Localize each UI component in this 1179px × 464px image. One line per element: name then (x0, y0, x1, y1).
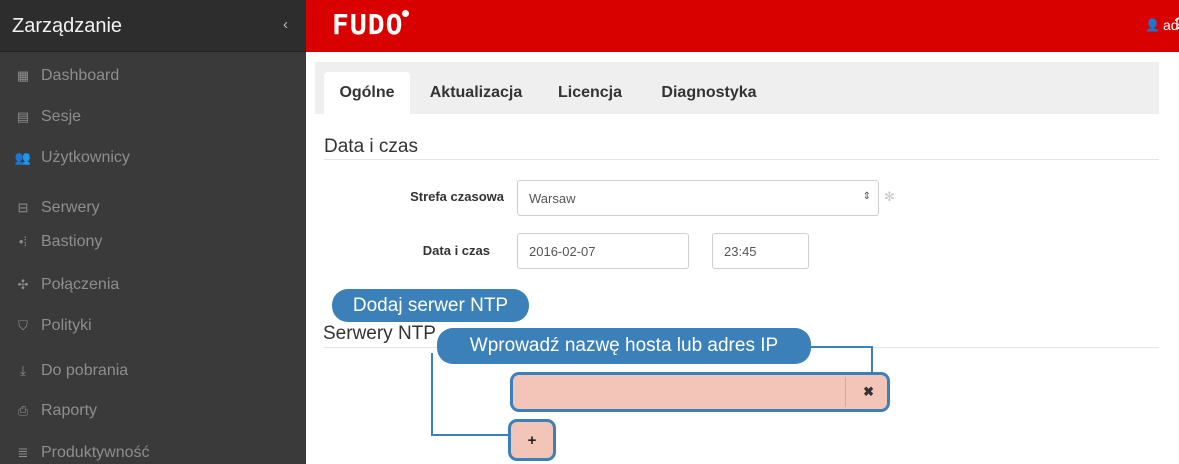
sidebar-title: Zarządzanie (12, 15, 123, 37)
sidebar-item-sesje[interactable]: ▤ Sesje (0, 96, 306, 137)
callout-line (871, 346, 873, 374)
download-icon: ⤓ (20, 362, 26, 378)
sidebar-header: Zarządzanie ‹ (0, 0, 306, 52)
callout-enter-host: Wprowadź nazwę hosta lub adres IP (437, 328, 811, 364)
input-divider (845, 377, 846, 407)
sidebar-item-label: Połączenia (41, 275, 120, 293)
sidebar-item-produktywnosc[interactable]: ≣ Produktywność (0, 432, 306, 464)
callout-line (810, 346, 873, 348)
sidebar-item-label: Do pobrania (41, 361, 129, 379)
topbar: FUDO 👤 admin ⌄ ? (306, 0, 1179, 52)
section-divider (324, 159, 1159, 160)
print-icon: ⎙ (17, 402, 29, 418)
timezone-select[interactable]: Warsaw ⇕ (517, 180, 879, 216)
add-ntp-server-button[interactable]: + (508, 419, 556, 461)
sidebar-item-polaczenia[interactable]: ✣ Połączenia (0, 264, 306, 305)
help-icon[interactable]: ? (1174, 14, 1179, 34)
fudo-logo[interactable]: FUDO (332, 8, 403, 41)
timezone-value: Warsaw (529, 190, 576, 206)
tab-ogolne[interactable]: Ogólne (324, 72, 410, 114)
sidebar-item-dashboard[interactable]: ▦ Dashboard (0, 55, 306, 96)
tab-licencja[interactable]: Licencja (545, 72, 635, 114)
sidebar-item-label: Użytkownicy (41, 148, 130, 166)
sidebar-item-label: Sesje (41, 107, 82, 125)
sidebar-item-do-pobrania[interactable]: ⤓ Do pobrania (0, 350, 306, 391)
asterisk-icon: ✻ (884, 189, 895, 204)
tab-aktualizacja[interactable]: Aktualizacja (413, 72, 539, 114)
shield-icon: ⛉ (18, 317, 28, 333)
sidebar: Zarządzanie ‹ ▦ Dashboard ▤ Sesje 👥 Użyt… (0, 0, 306, 464)
sidebar-item-label: Polityki (41, 316, 92, 334)
sidebar-item-raporty[interactable]: ⎙ Raporty (0, 390, 306, 431)
user-icon: 👤 (1145, 18, 1160, 32)
sidebar-item-uzytkownicy[interactable]: 👥 Użytkownicy (0, 137, 306, 178)
ntp-host-input[interactable]: ✖ (510, 372, 890, 412)
callout-add-ntp: Dodaj serwer NTP (332, 289, 529, 322)
datetime-label: Data i czas (422, 243, 490, 258)
film-icon: ▤ (16, 108, 30, 124)
time-value: 23:45 (724, 243, 757, 259)
timezone-label: Strefa czasowa (410, 189, 504, 204)
users-icon: 👥 (14, 149, 32, 165)
sidebar-item-label: Bastiony (41, 232, 103, 250)
section-title-datetime: Data i czas (324, 136, 418, 157)
time-input[interactable]: 23:45 (712, 233, 809, 269)
date-input[interactable]: 2016-02-07 (517, 233, 689, 269)
bastion-icon: •⁞ (18, 234, 28, 249)
sidebar-item-label: Dashboard (41, 66, 120, 84)
server-icon: ⊟ (17, 199, 29, 215)
sidebar-item-polityki[interactable]: ⛉ Polityki (0, 305, 306, 346)
logo-dot (402, 10, 409, 17)
date-value: 2016-02-07 (529, 243, 596, 259)
section-title-ntp: Serwery NTP (323, 323, 436, 344)
dashboard-icon: ▦ (16, 67, 30, 83)
select-arrows-icon: ⇕ (862, 191, 871, 202)
bars-icon: ≣ (17, 444, 29, 460)
sidebar-item-label: Produktywność (41, 443, 150, 461)
sidebar-item-label: Raporty (41, 401, 98, 419)
connections-icon: ✣ (17, 276, 29, 292)
close-icon[interactable]: ✖ (863, 384, 874, 400)
tab-diagnostyka[interactable]: Diagnostyka (649, 72, 769, 114)
callout-line (431, 353, 433, 436)
chevron-left-icon[interactable]: ‹ (283, 16, 288, 33)
sidebar-item-label: Serwery (41, 198, 100, 216)
sidebar-item-bastiony[interactable]: •⁞ Bastiony (0, 221, 306, 262)
callout-line (431, 434, 511, 436)
tab-bar: Ogólne Aktualizacja Licencja Diagnostyka (315, 62, 1159, 114)
